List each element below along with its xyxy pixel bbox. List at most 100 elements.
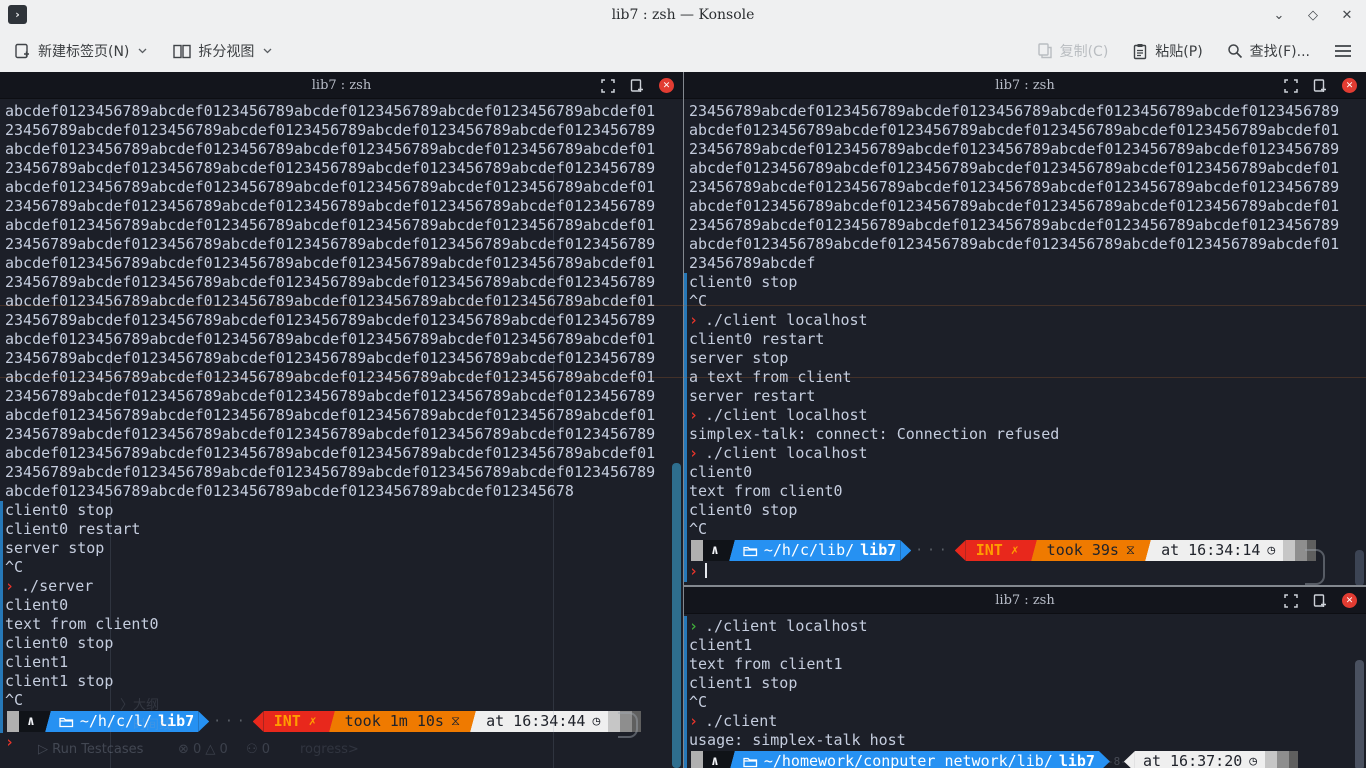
close-pane-icon[interactable]: ✕: [659, 78, 674, 93]
terminal-line: 23456789abcdef0123456789abcdef0123456789…: [5, 387, 683, 406]
powerline-separator: [727, 540, 737, 561]
window-title: lib7 : zsh — Konsole: [0, 7, 1366, 23]
prompt-path-prefix: ~/h/c/l/: [80, 712, 152, 731]
hourglass-icon: ⧖: [451, 712, 460, 731]
terminal-line: abcdef0123456789abcdef0123456789abcdef01…: [5, 482, 683, 501]
terminal-line: abcdef0123456789abcdef0123456789abcdef01…: [5, 406, 683, 425]
split-view-label: 拆分视图: [198, 41, 254, 61]
terminal-splits: lib7 : zsh ✕ abcdef0123456789abcdef01234…: [0, 72, 1366, 768]
copy-button[interactable]: 复制(C): [1037, 41, 1109, 61]
terminal-pane-left[interactable]: lib7 : zsh ✕ abcdef0123456789abcdef01234…: [0, 72, 683, 768]
prompt-path-dirname: lib7: [158, 712, 194, 731]
powerline-gap-dots: ···: [209, 711, 252, 732]
terminal-line: ›./client localhost: [689, 311, 1366, 330]
terminal-line: 23456789abcdef0123456789abcdef0123456789…: [689, 216, 1366, 235]
terminal-line: abcdef0123456789abcdef0123456789abcdef01…: [689, 197, 1366, 216]
terminal-output[interactable]: 23456789abcdef0123456789abcdef0123456789…: [684, 99, 1366, 585]
terminal-line: server restart: [689, 387, 1366, 406]
close-pane-icon[interactable]: ✕: [1342, 78, 1357, 93]
powerline-separator: [1029, 540, 1039, 561]
pane-header: lib7 : zsh ✕: [684, 72, 1366, 99]
scrollbar-handle[interactable]: [1355, 550, 1364, 585]
terminal-line: 23456789abcdef0123456789abcdef0123456789…: [5, 425, 683, 444]
powerline-separator: [468, 711, 478, 732]
pane-title: lib7 : zsh: [312, 78, 371, 93]
menu-button[interactable]: [1334, 44, 1352, 58]
paste-button[interactable]: 粘贴(P): [1132, 41, 1202, 61]
prompt-arrow-red: ›: [689, 712, 698, 730]
terminal-line: client0 stop: [689, 273, 1366, 292]
terminal-line: abcdef0123456789abcdef0123456789abcdef01…: [5, 254, 683, 273]
find-button[interactable]: 查找(F)...: [1227, 41, 1310, 61]
paste-icon: [1132, 43, 1148, 60]
duration-label: took 39s: [1047, 541, 1119, 560]
terminal-line: text from client1: [689, 655, 1366, 674]
scrollbar-handle[interactable]: [672, 463, 681, 768]
new-tab-icon[interactable]: [630, 79, 644, 93]
terminal-line: client0 restart: [689, 330, 1366, 349]
pane-header: lib7 : zsh ✕: [684, 587, 1366, 614]
new-tab-icon[interactable]: [1313, 79, 1327, 93]
ghost-bracket: [618, 712, 638, 738]
prompt-time-segment: at 16:37:20◷: [1135, 751, 1265, 768]
clock-icon: ◷: [1267, 541, 1275, 560]
terminal-line: ›: [689, 562, 1366, 581]
terminal-line: server stop: [689, 349, 1366, 368]
new-tab-icon: [14, 43, 31, 60]
terminal-pane-right-bottom[interactable]: lib7 : zsh ✕ ›./client localhostclient1t…: [684, 587, 1366, 768]
prompt-duration-segment: took 39s ⧖: [1039, 540, 1143, 561]
terminal-line: text from client0: [5, 615, 683, 634]
prompt-path-segment: ~/homework/conputer_network/lib/lib7: [737, 751, 1099, 768]
prompt-os-block: [7, 711, 19, 732]
close-button[interactable]: ✕: [1338, 6, 1356, 24]
terminal-line: abcdef0123456789abcdef0123456789abcdef01…: [5, 292, 683, 311]
folder-icon: [743, 545, 758, 557]
terminal-pane-right-top[interactable]: lib7 : zsh ✕ 23456789abcdef0123456789abc…: [684, 72, 1366, 585]
minimize-button[interactable]: ⌄: [1270, 6, 1288, 24]
expand-pane-icon[interactable]: [601, 79, 615, 93]
folder-icon: [743, 756, 758, 768]
new-tab-icon[interactable]: [1313, 594, 1327, 608]
terminal-line: client1: [5, 653, 683, 672]
split-view-button[interactable]: 拆分视图: [173, 41, 272, 61]
scrollbar-handle[interactable]: [1355, 660, 1364, 768]
hamburger-menu-icon: [1334, 44, 1352, 58]
terminal-output[interactable]: ›./client localhostclient1text from clie…: [684, 614, 1366, 768]
prompt-status-segment: INT✗: [966, 540, 1029, 561]
time-label: at 16:34:14: [1161, 541, 1260, 560]
terminal-line: client1 stop: [689, 674, 1366, 693]
powerline-prompt: ∧~/homework/conputer_network/lib/lib7-8-…: [691, 751, 1366, 768]
terminal-line: ›./client: [689, 712, 1366, 731]
terminal-line: 23456789abcdef: [689, 254, 1366, 273]
terminal-line: ^C: [5, 558, 683, 577]
prompt-path-segment: ~/h/c/lib/lib7: [737, 540, 900, 561]
chevron-down-icon: [138, 48, 147, 54]
ghost-line: [553, 171, 554, 768]
terminal-line: text from client0: [689, 482, 1366, 501]
expand-pane-icon[interactable]: [1284, 594, 1298, 608]
folder-icon: [59, 716, 74, 728]
terminal-output[interactable]: abcdef0123456789abcdef0123456789abcdef01…: [0, 99, 683, 768]
terminal-line: 23456789abcdef0123456789abcdef0123456789…: [5, 159, 683, 178]
maximize-button[interactable]: ◇: [1304, 6, 1322, 24]
hourglass-icon: ⧖: [1126, 541, 1135, 560]
close-pane-icon[interactable]: ✕: [1342, 593, 1357, 608]
pane-title: lib7 : zsh: [995, 78, 1054, 93]
terminal-line: 23456789abcdef0123456789abcdef0123456789…: [5, 273, 683, 292]
terminal-line: client0 stop: [5, 634, 683, 653]
terminal-line: abcdef0123456789abcdef0123456789abcdef01…: [689, 121, 1366, 140]
konsole-app-icon: ›: [8, 5, 27, 24]
new-tab-label: 新建标签页(N): [38, 41, 129, 61]
cross-icon: ✗: [1011, 541, 1019, 560]
ghost-bracket: [1305, 549, 1325, 585]
new-tab-button[interactable]: 新建标签页(N): [14, 41, 147, 61]
terminal-line: client0: [689, 463, 1366, 482]
prompt-arrow-red: ›: [5, 733, 14, 751]
prompt-end-block: [1289, 751, 1298, 768]
recent-output-indicator: [684, 616, 687, 768]
clock-icon: ◷: [592, 712, 600, 731]
terminal-line: abcdef0123456789abcdef0123456789abcdef01…: [689, 235, 1366, 254]
powerline-separator: [727, 751, 737, 768]
expand-pane-icon[interactable]: [1284, 79, 1298, 93]
time-label: at 16:34:44: [486, 712, 585, 731]
